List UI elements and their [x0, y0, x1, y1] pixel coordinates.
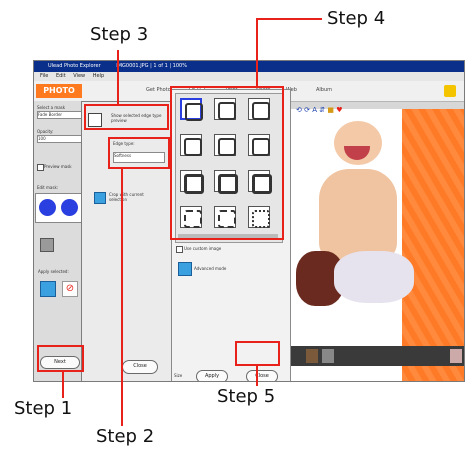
baby-body [319, 169, 397, 261]
step3-connector [117, 50, 119, 104]
orange-background [402, 109, 464, 381]
thumbnail[interactable] [450, 349, 462, 363]
blue-swatch-icon[interactable] [61, 199, 78, 216]
edit-mask-icon[interactable] [40, 238, 54, 252]
custom-image-label: Use custom image [184, 246, 222, 251]
left-panel: Select a mask Fade Border Opacity: 100 P… [34, 101, 87, 381]
heart-icon[interactable]: ♥ [336, 106, 342, 114]
advanced-mode-icon[interactable] [178, 262, 192, 276]
panel-close-button[interactable]: Close [246, 370, 278, 381]
rotate-left-icon[interactable]: ⟲ [296, 106, 302, 114]
preview-label: Preview mask [44, 164, 72, 169]
apply-icon[interactable] [40, 281, 56, 297]
filmstrip [274, 346, 464, 366]
opacity-field[interactable]: 100 [37, 135, 83, 143]
crop-option-label: Crop with current selection [109, 192, 144, 202]
text-icon[interactable]: A [312, 106, 317, 114]
mask-select[interactable]: Fade Border [37, 111, 83, 119]
app-logo: PHOTO [36, 84, 82, 98]
step4-label: Step 4 [327, 8, 386, 29]
edit-mask-label: Edit mask: [37, 185, 59, 190]
menu-bar: File Edit View Help [34, 72, 464, 81]
step4-highlight [170, 86, 284, 240]
baby-diaper [334, 251, 414, 303]
thumbnail[interactable] [322, 349, 334, 363]
menu-edit[interactable]: Edit [56, 73, 66, 79]
opacity-label: Opacity: [37, 129, 54, 134]
step1-highlight [37, 345, 84, 372]
step1-label: Step 1 [14, 398, 73, 419]
menu-file[interactable]: File [40, 73, 48, 79]
apply-button[interactable]: Apply [196, 370, 228, 381]
step3-label: Step 3 [90, 24, 149, 45]
select-mask-label: Select a mask [37, 105, 66, 110]
canvas-tools: ⟲ ⟳ A ⇵ ■ ♥ [296, 106, 343, 114]
menu-view[interactable]: View [73, 73, 85, 79]
step3-highlight [84, 104, 169, 130]
help-icon[interactable] [444, 85, 456, 97]
window-title: Ulead Photo Explorer [48, 63, 101, 69]
step4-connector-horizontal [256, 18, 322, 20]
step4-connector-vertical [256, 18, 258, 86]
crop-icon[interactable] [94, 192, 106, 204]
size-label: Size [174, 373, 183, 378]
step5-highlight [235, 341, 280, 366]
step2-connector [121, 169, 123, 426]
blue-swatch-icon[interactable] [39, 199, 56, 216]
step2-highlight [108, 137, 170, 169]
folder-icon[interactable]: ■ [327, 106, 334, 114]
custom-image-checkbox[interactable] [176, 246, 183, 253]
step5-connector [256, 366, 258, 386]
preview-checkbox[interactable] [37, 164, 44, 171]
step1-connector [62, 372, 64, 398]
advanced-mode-label: Advanced mode [194, 266, 227, 271]
apply-selected-label: Apply selected: [38, 269, 69, 274]
mask-preview[interactable] [35, 193, 85, 223]
menu-help[interactable]: Help [93, 73, 104, 79]
step5-label: Step 5 [217, 386, 276, 407]
flip-icon[interactable]: ⇵ [319, 106, 325, 114]
step2-label: Step 2 [96, 426, 155, 447]
remove-icon[interactable]: ⊘ [62, 281, 78, 297]
window-title-suffix: IMG0001.JPG | 1 of 1 | 100% [116, 63, 187, 69]
tab-album[interactable]: Album [314, 86, 334, 95]
tab-get-photo[interactable]: Get Photo [144, 86, 173, 95]
title-bar: Ulead Photo Explorer IMG0001.JPG | 1 of … [34, 61, 464, 72]
rotate-right-icon[interactable]: ⟳ [304, 106, 310, 114]
thumbnail[interactable] [306, 349, 318, 363]
dialog-close-button[interactable]: Close [122, 360, 158, 374]
